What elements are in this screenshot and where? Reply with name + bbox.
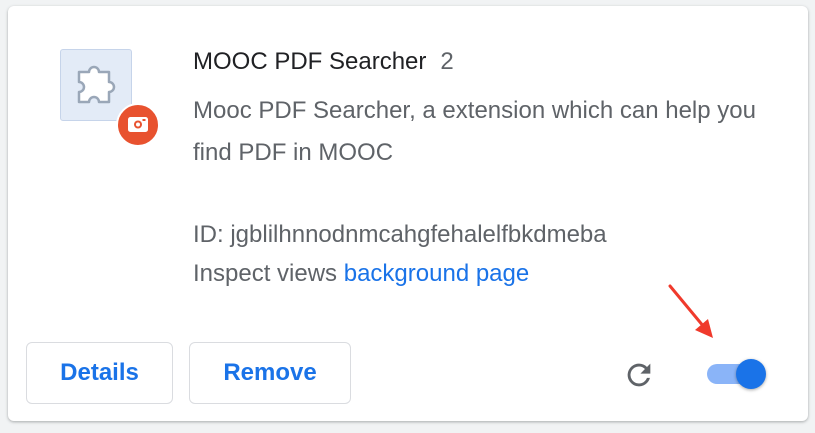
extension-version: 2 — [440, 48, 454, 75]
inspect-views: Inspect views background page — [193, 260, 529, 288]
toggle-knob — [736, 359, 766, 389]
extension-id: ID: jgblilhnnodnmcahgfehalelfbkdmeba — [193, 221, 607, 249]
extension-icon-area — [60, 49, 160, 147]
background-page-link[interactable]: background page — [344, 260, 529, 287]
remove-button[interactable]: Remove — [189, 342, 351, 404]
enable-toggle[interactable] — [704, 357, 770, 391]
reload-icon[interactable] — [622, 358, 656, 392]
camera-badge-icon — [116, 103, 160, 147]
extension-title: MOOC PDF Searcher 2 — [193, 48, 454, 76]
extension-description: Mooc PDF Searcher, a extension which can… — [193, 97, 756, 166]
details-button[interactable]: Details — [26, 342, 173, 404]
extension-name: MOOC PDF Searcher — [193, 48, 427, 75]
extension-id-value: jgblilhnnodnmcahgfehalelfbkdmeba — [230, 221, 607, 248]
extension-id-label: ID: — [193, 221, 231, 248]
extension-card: MOOC PDF Searcher 2 Mooc PDF Searcher, a … — [8, 6, 808, 421]
inspect-views-label: Inspect views — [193, 260, 344, 287]
